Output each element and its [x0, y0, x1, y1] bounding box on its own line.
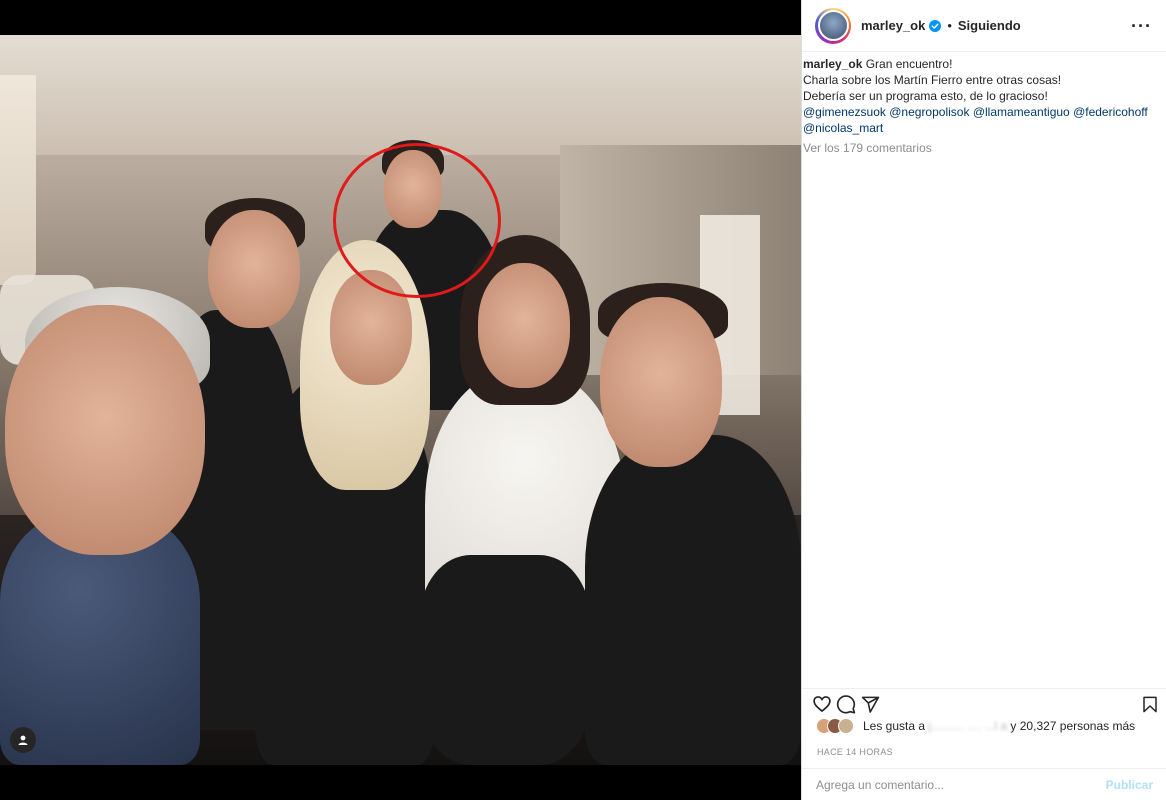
user-icon — [18, 735, 28, 745]
comment-button[interactable] — [835, 693, 857, 715]
caption-line-2: Charla sobre los Martín Fierro entre otr… — [803, 73, 1062, 87]
separator-dot: • — [947, 18, 952, 33]
likes-obscured-names: j.......... .... ...l a — [928, 719, 1008, 733]
following-button[interactable]: Siguiendo — [958, 18, 1021, 33]
photo-ceiling — [0, 35, 801, 155]
person-2-head — [208, 210, 300, 328]
person-5-body — [585, 435, 801, 765]
comment-icon — [836, 695, 856, 714]
post-timestamp[interactable]: HACE 14 HORAS — [817, 747, 893, 757]
highlight-circle — [333, 143, 501, 298]
heart-icon — [813, 696, 831, 713]
person-5-head — [600, 297, 722, 467]
publish-button[interactable]: Publicar — [1106, 778, 1153, 792]
person-1-head — [5, 305, 205, 555]
verified-icon — [929, 19, 942, 32]
post-header: marley_ok • Siguiendo ··· — [802, 0, 1166, 52]
mention-link[interactable]: @nicolas_mart — [803, 121, 883, 135]
bookmark-icon — [1143, 696, 1157, 712]
header-username[interactable]: marley_ok — [861, 18, 925, 33]
mention-link[interactable]: @gimenezsuok — [803, 105, 886, 119]
post-sidebar: marley_ok • Siguiendo ··· marley_ok Gran… — [801, 0, 1166, 800]
comment-bar: Publicar — [802, 768, 1166, 800]
likes-prefix: Les gusta a — [863, 719, 926, 733]
mention-link[interactable]: @llamameantiguo — [973, 105, 1070, 119]
save-button[interactable] — [1139, 693, 1161, 715]
liker-avatar — [838, 718, 854, 734]
photo-panel — [0, 0, 801, 800]
comment-input[interactable] — [816, 777, 1106, 792]
person-4-head — [478, 263, 570, 388]
mention-link[interactable]: @negropolisok — [889, 105, 969, 119]
likes-summary[interactable]: Les gusta a j.......... .... ...l a y 20… — [816, 718, 1135, 734]
post-photo[interactable] — [0, 35, 801, 765]
photo-lamp — [0, 75, 36, 285]
caption-username[interactable]: marley_ok — [803, 57, 862, 71]
likes-text: Les gusta a j.......... .... ...l a y 20… — [863, 719, 1135, 733]
more-options-icon[interactable]: ··· — [1131, 16, 1152, 37]
person-4-legs — [420, 555, 590, 765]
view-comments-link[interactable]: Ver los 179 comentarios — [803, 140, 1152, 156]
caption: marley_ok Gran encuentro! Charla sobre l… — [802, 52, 1166, 156]
share-button[interactable] — [859, 693, 881, 715]
likes-suffix[interactable]: y 20,327 personas más — [1010, 719, 1135, 733]
action-bar — [802, 688, 1166, 716]
avatar[interactable] — [817, 10, 849, 41]
caption-line-1: Gran encuentro! — [865, 57, 953, 71]
like-button[interactable] — [811, 693, 833, 715]
share-icon — [861, 696, 879, 713]
mention-link[interactable]: @federicohoff — [1073, 105, 1148, 119]
caption-line-3: Debería ser un programa esto, de lo grac… — [803, 89, 1048, 103]
story-ring[interactable] — [815, 7, 851, 44]
tagged-users-button[interactable] — [10, 727, 36, 753]
